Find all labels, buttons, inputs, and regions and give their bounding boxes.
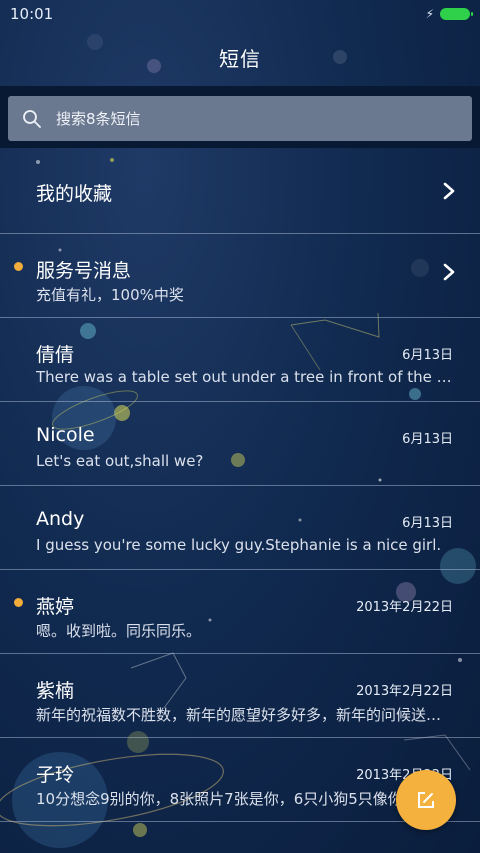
unread-dot xyxy=(14,598,23,607)
service-preview: 充值有礼，100%中奖 xyxy=(36,286,184,304)
search-area: 搜索8条短信 xyxy=(0,86,480,148)
message-preview: I guess you're some lucky guy.Stephanie … xyxy=(36,536,442,554)
chevron-right-icon xyxy=(443,263,455,281)
unread-dot xyxy=(14,262,23,271)
battery-icon xyxy=(440,8,473,20)
contact-name: Nicole xyxy=(36,424,95,446)
service-label: 服务号消息 xyxy=(36,260,132,282)
contact-name: 紫楠 xyxy=(36,680,75,702)
conversation-item[interactable]: 燕婷 2013年2月22日 嗯。收到啦。同乐同乐。 xyxy=(0,570,480,654)
message-date: 6月13日 xyxy=(402,348,453,363)
search-placeholder: 搜索8条短信 xyxy=(56,110,141,128)
favorites-item[interactable]: 我的收藏 xyxy=(0,149,480,234)
conversation-list: 我的收藏 服务号消息 充值有礼，100%中奖 倩倩 6月13日 There wa… xyxy=(0,149,480,822)
chevron-right-icon xyxy=(443,182,455,200)
status-indicators: ⚡ xyxy=(425,7,473,21)
message-date: 6月13日 xyxy=(402,432,453,447)
conversation-item[interactable]: Nicole 6月13日 Let's eat out,shall we? xyxy=(0,402,480,486)
message-preview: 10分想念9别的你，8张照片7张是你，6只小狗5只像你 xyxy=(36,790,403,808)
charging-icon: ⚡ xyxy=(425,7,434,21)
contact-name: 燕婷 xyxy=(36,596,75,618)
page-title: 短信 xyxy=(219,46,261,71)
contact-name: Andy xyxy=(36,508,85,530)
contact-name: 子玲 xyxy=(36,764,75,786)
message-preview: 嗯。收到啦。同乐同乐。 xyxy=(36,622,202,640)
contact-name: 倩倩 xyxy=(36,344,75,366)
status-bar: 10:01 ⚡ xyxy=(0,0,480,28)
conversation-item[interactable]: Andy 6月13日 I guess you're some lucky guy… xyxy=(0,486,480,570)
message-preview: 新年的祝福数不胜数，新年的愿望好多好多，新年的问候送给你 xyxy=(36,706,454,724)
message-preview: There was a table set out under a tree i… xyxy=(36,368,454,386)
conversation-item[interactable]: 紫楠 2013年2月22日 新年的祝福数不胜数，新年的愿望好多好多，新年的问候送… xyxy=(0,654,480,738)
search-icon xyxy=(23,109,41,128)
message-preview: Let's eat out,shall we? xyxy=(36,452,204,470)
status-time: 10:01 xyxy=(10,5,54,23)
message-date: 2013年2月22日 xyxy=(356,600,453,615)
search-input[interactable]: 搜索8条短信 xyxy=(8,96,472,141)
compose-icon xyxy=(418,792,434,808)
conversation-item[interactable]: 倩倩 6月13日 There was a table set out under… xyxy=(0,318,480,402)
service-messages-item[interactable]: 服务号消息 充值有礼，100%中奖 xyxy=(0,234,480,318)
message-date: 2013年2月22日 xyxy=(356,684,453,699)
message-date: 6月13日 xyxy=(402,516,453,531)
favorites-label: 我的收藏 xyxy=(36,183,113,205)
compose-button[interactable] xyxy=(396,770,456,830)
title-bar: 短信 xyxy=(0,28,480,86)
